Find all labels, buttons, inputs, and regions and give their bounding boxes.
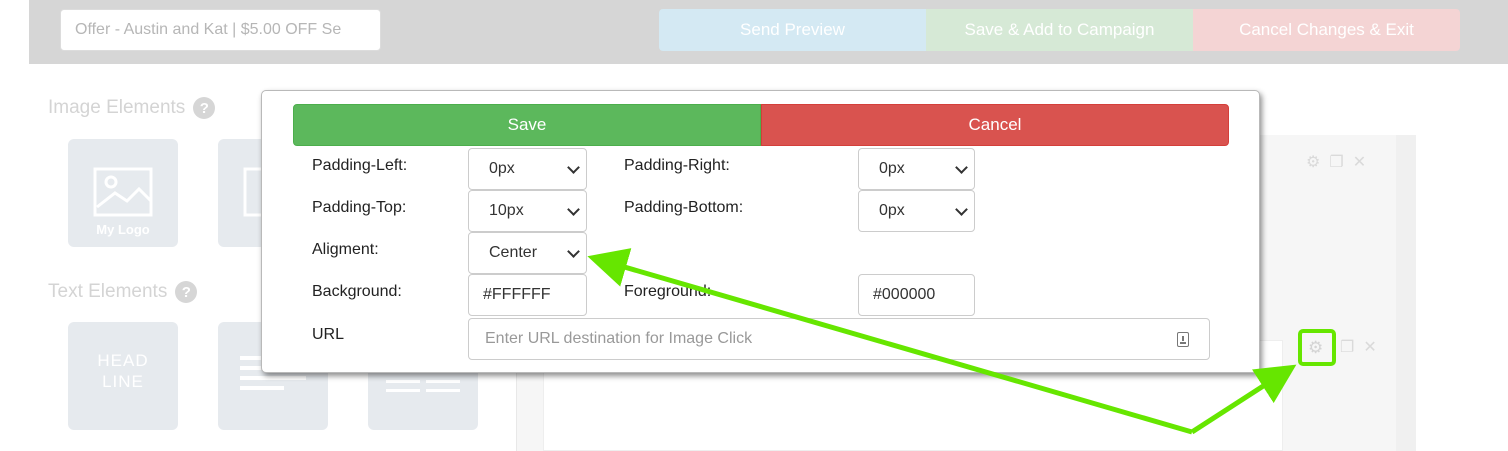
save-add-campaign-button[interactable]: Save & Add to Campaign [926, 9, 1193, 51]
my-logo-tile[interactable]: My Logo [68, 139, 178, 247]
foreground-color-value: #000000 [873, 286, 936, 303]
alignment-label: Aligment: [312, 241, 379, 258]
save-button[interactable]: Save [293, 104, 761, 146]
copy-icon[interactable]: ❐ [1340, 337, 1354, 357]
padding-top-select[interactable]: 10px [468, 190, 587, 232]
chevron-down-icon [955, 161, 968, 174]
image-elements-title: Image Elements [48, 97, 186, 118]
background-label: Background: [312, 283, 402, 300]
padding-top-label: Padding-Top: [312, 199, 407, 216]
block-tools-bottom: ❐ ✕ [1340, 337, 1377, 357]
padding-left-value: 0px [489, 160, 515, 177]
headline-line-1: HEAD [97, 351, 149, 370]
padding-left-select[interactable]: 0px [468, 148, 587, 190]
padding-right-label: Padding-Right: [624, 157, 730, 174]
help-icon[interactable]: ? [193, 97, 216, 119]
alignment-value: Center [489, 244, 538, 261]
cancel-changes-exit-button[interactable]: Cancel Changes & Exit [1193, 9, 1460, 51]
padding-bottom-label: Padding-Bottom: [624, 199, 744, 216]
padding-right-select[interactable]: 0px [858, 148, 975, 190]
image-icon [93, 167, 153, 217]
chevron-down-icon [567, 161, 580, 174]
foreground-label: Foreground: [624, 283, 712, 300]
headline-line-2: LINE [102, 372, 144, 391]
url-input[interactable]: Enter URL destination for Image Click [468, 318, 1210, 360]
block-tools-top: ⚙ ❐ ✕ [1306, 152, 1366, 172]
chevron-down-icon [567, 245, 580, 258]
padding-right-value: 0px [879, 160, 905, 177]
padding-left-label: Padding-Left: [312, 157, 408, 174]
text-lines-icon [386, 380, 460, 392]
chevron-down-icon [567, 203, 580, 216]
offer-name-input[interactable]: Offer - Austin and Kat | $5.00 OFF Se [60, 9, 381, 51]
help-icon[interactable]: ? [175, 281, 198, 303]
image-elements-heading: Image Elements ? [48, 97, 216, 119]
chevron-down-icon [955, 203, 968, 216]
padding-bottom-value: 0px [879, 202, 905, 219]
image-settings-modal: Save Cancel Padding-Left: 0px Padding-Ri… [261, 90, 1260, 373]
headline-tile[interactable]: HEAD LINE [68, 322, 178, 430]
alignment-select[interactable]: Center [468, 232, 587, 274]
background-color-input[interactable]: #FFFFFF [468, 274, 587, 316]
canvas-scrollbar[interactable] [1396, 135, 1416, 451]
url-label: URL [312, 326, 345, 343]
close-icon[interactable]: ✕ [1353, 152, 1366, 172]
copy-icon[interactable]: ❐ [1329, 152, 1343, 172]
send-preview-button[interactable]: Send Preview [659, 9, 926, 51]
padding-bottom-select[interactable]: 0px [858, 190, 975, 232]
text-elements-title: Text Elements [48, 281, 168, 302]
foreground-color-input[interactable]: #000000 [858, 274, 975, 316]
padding-top-value: 10px [489, 202, 524, 219]
close-icon[interactable]: ✕ [1363, 337, 1376, 357]
text-elements-heading: Text Elements ? [48, 281, 198, 303]
cancel-button[interactable]: Cancel [761, 104, 1229, 146]
background-color-value: #FFFFFF [483, 286, 551, 303]
gear-highlight-box [1298, 329, 1336, 366]
headline-label: HEAD LINE [68, 350, 178, 392]
gear-icon[interactable]: ⚙ [1306, 152, 1320, 172]
url-placeholder: Enter URL destination for Image Click [485, 330, 753, 347]
contact-card-icon[interactable] [1177, 332, 1189, 347]
my-logo-label: My Logo [96, 222, 150, 237]
